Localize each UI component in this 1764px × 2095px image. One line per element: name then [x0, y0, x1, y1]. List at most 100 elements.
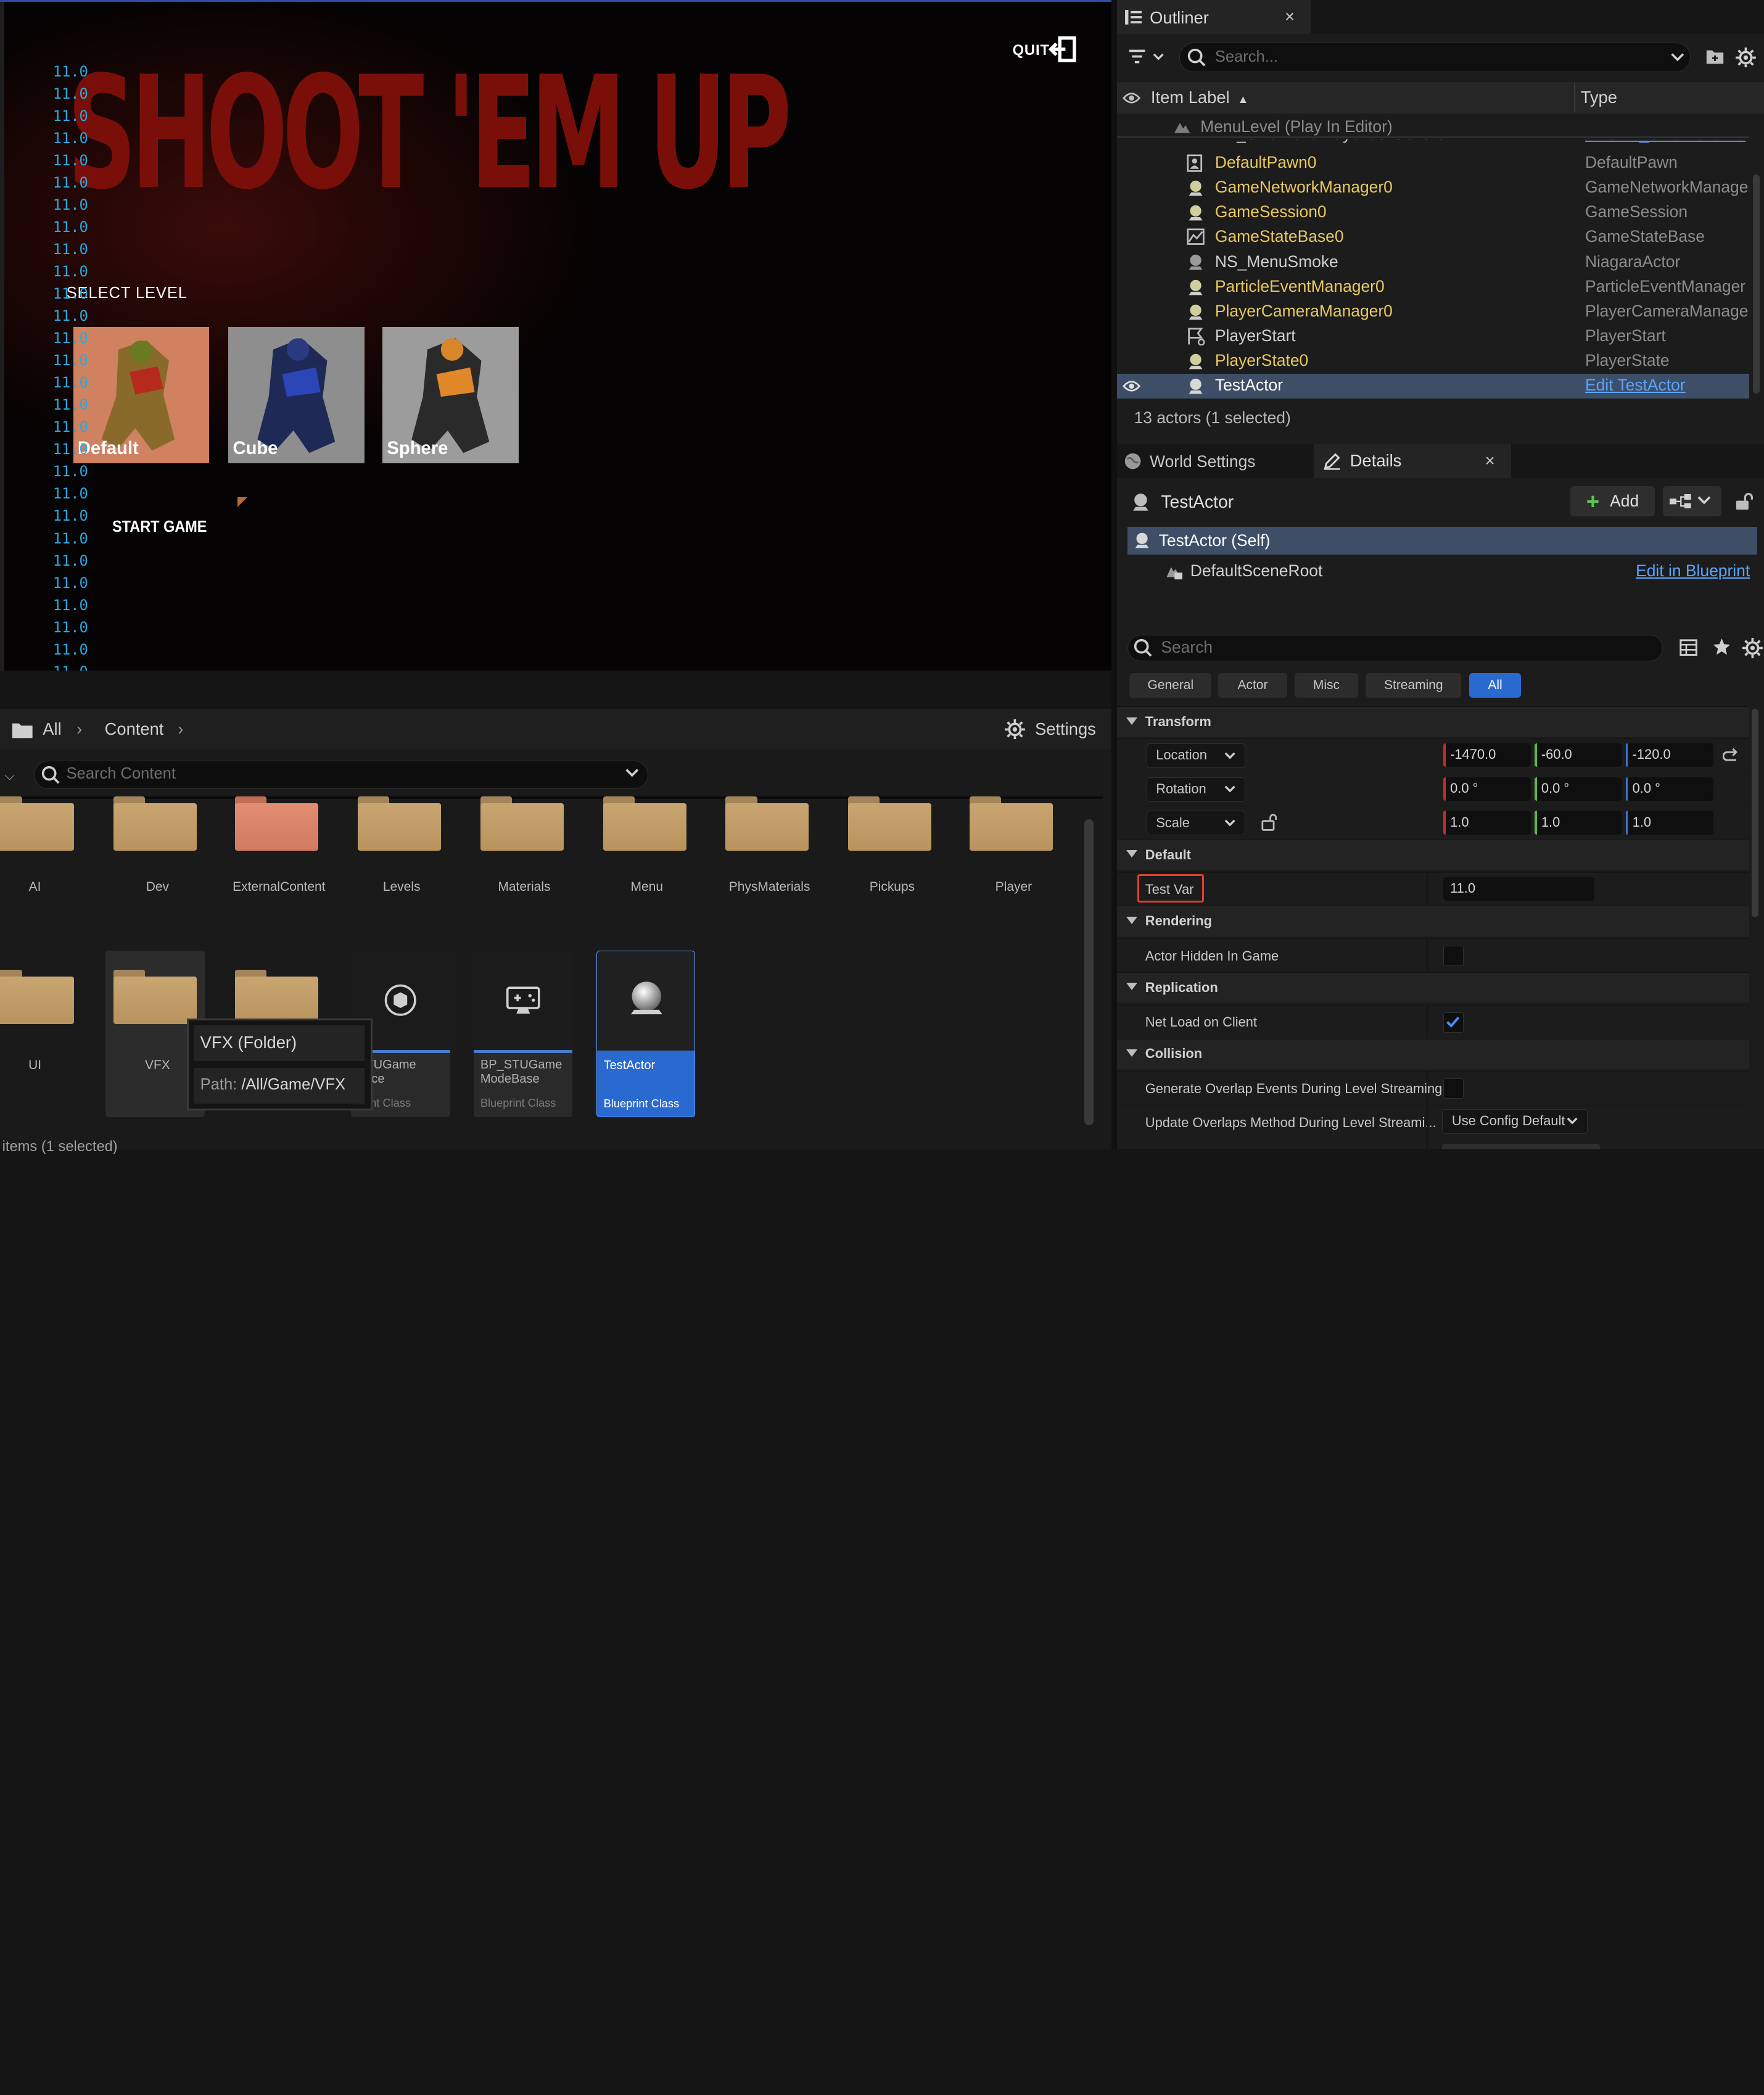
component-root-label[interactable]: DefaultSceneRoot: [1190, 561, 1323, 581]
content-scrollbar[interactable]: [1084, 819, 1094, 1125]
filter-all[interactable]: All: [1469, 672, 1521, 698]
actor-hidden-checkbox[interactable]: [1443, 946, 1464, 966]
outliner-row[interactable]: PlayerState0 PlayerState: [1117, 349, 1749, 373]
content-search-placeholder: Search Content: [66, 765, 176, 783]
scale-mode-dropdown[interactable]: Scale: [1146, 811, 1246, 836]
quit-button[interactable]: QUIT: [1013, 43, 1050, 59]
outliner-row[interactable]: GameSession0 GameSession: [1117, 200, 1749, 225]
rotation-z-field[interactable]: 0.0 °: [1625, 777, 1713, 801]
search-icon: [41, 765, 61, 785]
scale-x-field[interactable]: 1.0: [1443, 811, 1531, 835]
category-rendering[interactable]: Rendering: [1117, 906, 1750, 936]
add-component-label: Add: [1610, 492, 1639, 511]
column-item-label[interactable]: Item Label: [1151, 88, 1230, 107]
filter-general[interactable]: General: [1129, 672, 1212, 698]
level-card-sphere[interactable]: Sphere: [382, 327, 519, 463]
category-transform[interactable]: Transform: [1117, 706, 1750, 737]
test-var-field[interactable]: 11.0: [1443, 877, 1594, 901]
outliner-row[interactable]: GameNetworkManager0 GameNetworkManage: [1117, 176, 1749, 200]
column-type[interactable]: Type: [1581, 88, 1617, 107]
location-mode-dropdown[interactable]: Location: [1146, 743, 1246, 768]
debug-value: 11.0: [52, 618, 88, 636]
asset-tile-bp-stugame-modebase[interactable]: BP_STUGame ModeBase Blueprint Class: [473, 951, 573, 1118]
start-game-button[interactable]: START GAME: [112, 518, 207, 536]
category-replication[interactable]: Replication: [1117, 972, 1750, 1003]
rotation-x-field[interactable]: 0.0 °: [1443, 777, 1531, 801]
tab-outliner[interactable]: [1117, 0, 1311, 34]
game-viewport[interactable]: SHOOT 'EM UP QUIT SELECT LEVEL Default C…: [0, 0, 1112, 671]
level-card-label: Sphere: [387, 438, 448, 458]
folder-externalcontent[interactable]: [235, 796, 319, 851]
location-y-field[interactable]: -60.0: [1534, 743, 1623, 767]
outliner-row-selected[interactable]: TestActor Edit TestActor: [1117, 373, 1750, 399]
chevron-right-icon[interactable]: ›: [178, 719, 183, 739]
outliner-row[interactable]: PlayerStart PlayerStart: [1117, 324, 1749, 349]
chevron-down-icon[interactable]: ⌵: [4, 767, 15, 783]
outliner-row[interactable]: GameStateBase0 GameStateBase: [1117, 225, 1749, 250]
chevron-down-icon[interactable]: [1670, 52, 1686, 63]
content-settings-button[interactable]: Settings: [1035, 719, 1096, 739]
filter-streaming[interactable]: Streaming: [1366, 672, 1462, 698]
collapse-triangle-icon: [1126, 850, 1137, 857]
breadcrumb-all[interactable]: All: [43, 719, 61, 739]
outliner-row[interactable]: PlayerCameraManager0 PlayerCameraManage: [1117, 299, 1749, 324]
location-x-field[interactable]: -1470.0: [1443, 743, 1531, 767]
scale-y-field[interactable]: 1.0: [1534, 811, 1623, 835]
star-icon[interactable]: [1712, 638, 1731, 656]
edit-in-blueprint-link[interactable]: Edit in Blueprint: [1636, 561, 1750, 581]
table-view-icon[interactable]: [1680, 639, 1697, 656]
tab-world-settings[interactable]: World Settings: [1150, 452, 1255, 471]
breadcrumb-content[interactable]: Content: [105, 719, 164, 739]
chevron-down-icon[interactable]: [624, 767, 640, 779]
rotation-mode-dropdown[interactable]: Rotation: [1146, 777, 1246, 802]
visibility-eye-icon[interactable]: [1123, 91, 1141, 105]
folder-physmaterials[interactable]: [725, 796, 809, 851]
quit-icon[interactable]: [1048, 36, 1078, 63]
scale-z-field[interactable]: 1.0: [1625, 811, 1713, 835]
category-collision[interactable]: Collision: [1117, 1038, 1750, 1069]
outliner-row-type-link[interactable]: Edit TestActor: [1585, 376, 1749, 395]
folder-materials[interactable]: [480, 796, 564, 851]
net-load-checkbox[interactable]: [1443, 1012, 1464, 1033]
category-default[interactable]: Default: [1117, 839, 1750, 870]
folder-menu[interactable]: [603, 796, 686, 851]
panel-splitter[interactable]: [1111, 0, 1118, 1149]
details-scrollbar[interactable]: [1751, 709, 1758, 917]
lock-open-icon[interactable]: [1735, 492, 1753, 511]
update-overlaps-dropdown[interactable]: Use Config Default: [1442, 1109, 1588, 1134]
gear-icon[interactable]: [1736, 47, 1757, 68]
level-card-cube[interactable]: Cube: [228, 327, 365, 463]
outliner-scrollbar[interactable]: [1752, 174, 1760, 394]
folder-pickups[interactable]: [848, 796, 932, 851]
asset-tile-testactor[interactable]: TestActor Blueprint Class: [596, 951, 696, 1118]
visibility-eye-icon[interactable]: [1123, 379, 1141, 393]
folder-unnamed[interactable]: [235, 970, 319, 1024]
outliner-row[interactable]: DefaultPawn0 DefaultPawn: [1117, 151, 1749, 175]
outliner-row[interactable]: NS_MenuSmoke NiagaraActor: [1117, 250, 1749, 275]
folder-ai[interactable]: [0, 796, 75, 851]
rotation-y-field[interactable]: 0.0 °: [1534, 777, 1623, 801]
filter-actor[interactable]: Actor: [1218, 672, 1287, 698]
folder-levels[interactable]: [358, 796, 441, 851]
folder-dev[interactable]: [113, 796, 197, 851]
reset-arrow-icon[interactable]: [1722, 748, 1739, 762]
gear-icon[interactable]: [1742, 638, 1763, 659]
outliner-row[interactable]: ParticleEventManager0 ParticleEventManage…: [1117, 275, 1749, 299]
overlap-events-checkbox[interactable]: [1443, 1078, 1464, 1099]
close-icon[interactable]: ×: [1285, 7, 1295, 27]
lock-open-icon[interactable]: [1261, 813, 1277, 831]
folder-ui[interactable]: [0, 970, 75, 1024]
folder-player[interactable]: [970, 796, 1053, 851]
filter-icon[interactable]: [1128, 48, 1166, 65]
folder-icon[interactable]: [11, 721, 33, 739]
filter-misc[interactable]: Misc: [1295, 672, 1358, 698]
column-divider[interactable]: [1573, 83, 1575, 113]
add-folder-icon[interactable]: [1705, 48, 1725, 65]
gear-icon[interactable]: [1004, 719, 1025, 740]
folder-vfx[interactable]: [113, 970, 197, 1024]
tab-details[interactable]: [1314, 444, 1511, 479]
location-z-field[interactable]: -120.0: [1625, 743, 1713, 767]
chevron-right-icon[interactable]: ›: [76, 719, 82, 739]
sort-ascending-icon[interactable]: ▲: [1237, 93, 1248, 106]
close-icon[interactable]: ×: [1485, 451, 1495, 471]
